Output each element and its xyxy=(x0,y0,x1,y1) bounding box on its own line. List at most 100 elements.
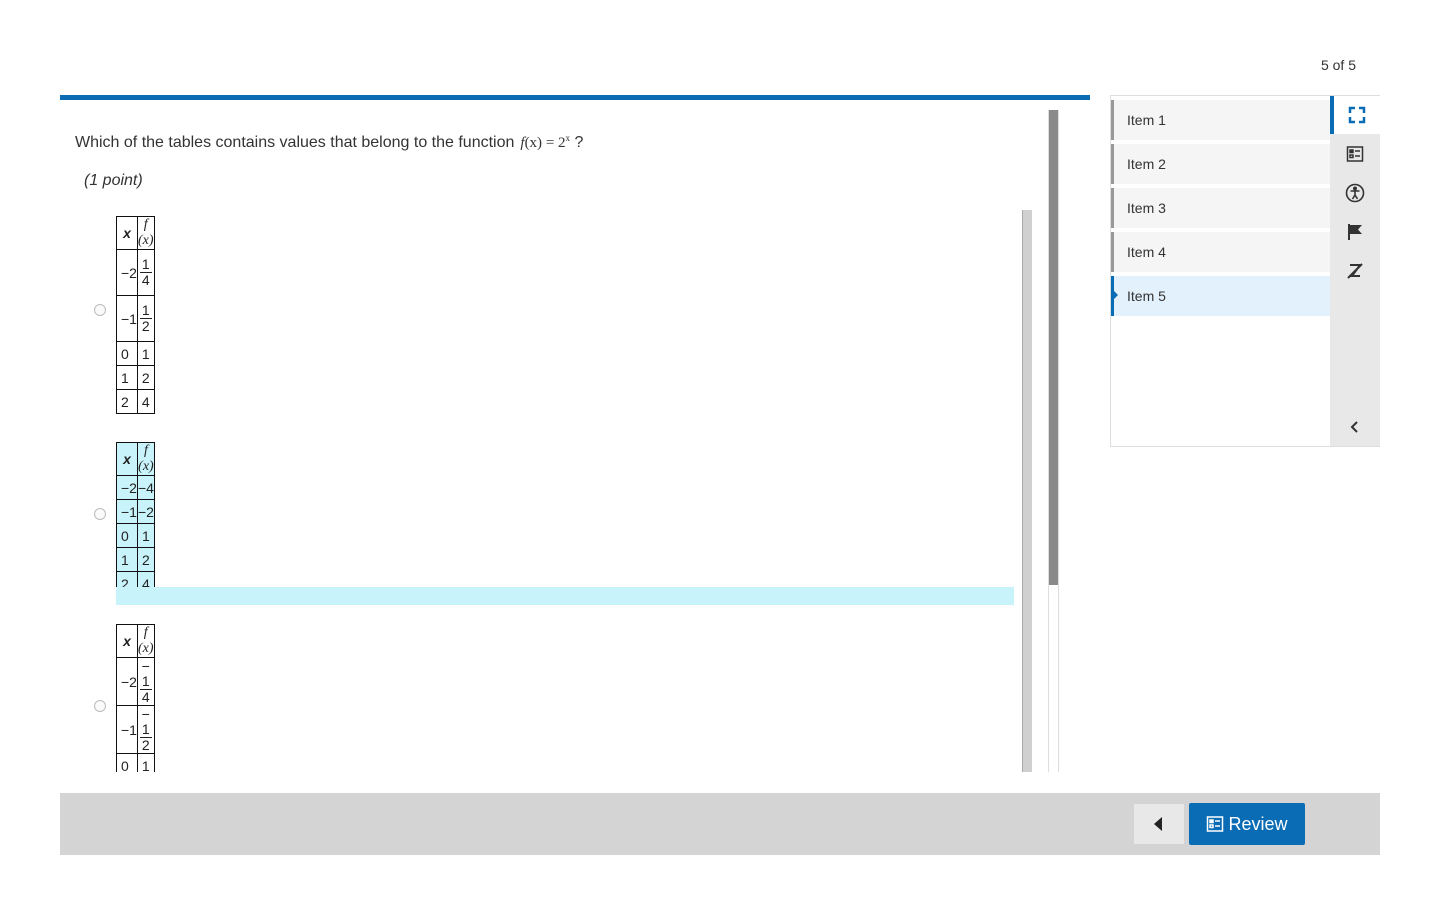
function-table: xf (x) −2−1 4 −1−1 2 0 1 xyxy=(116,624,155,772)
review-list-icon xyxy=(1207,816,1224,832)
radio-button[interactable] xyxy=(94,508,106,520)
function-formula: f(x) = 2x xyxy=(520,133,571,151)
header-x: x xyxy=(116,624,138,658)
table-header-row: xf (x) xyxy=(116,624,155,658)
table-row: −1−1 2 xyxy=(116,705,155,754)
fraction: 12 xyxy=(139,302,152,334)
table-row: −2−1 4 xyxy=(116,657,155,706)
table-row: 01 xyxy=(116,341,155,366)
cell-x: 0 xyxy=(116,523,138,548)
radio-button[interactable] xyxy=(94,304,106,316)
answer-eliminator-button[interactable] xyxy=(1330,252,1380,290)
cell-fx: 2 xyxy=(136,365,155,390)
denominator: 2 xyxy=(141,318,150,334)
table-row: −2 −4 xyxy=(116,475,155,500)
function-table: xf (x) −2 1 4 −1 1 2 0 1 1 2 2 4 xyxy=(116,216,155,414)
table-row: 01 xyxy=(116,753,155,772)
cell-fx: 1 xyxy=(136,523,155,548)
fraction: 14 xyxy=(139,256,152,288)
numerator: 1 xyxy=(139,256,152,273)
fullscreen-icon xyxy=(1348,106,1366,124)
denominator: 4 xyxy=(141,689,150,705)
accessibility-button[interactable] xyxy=(1330,174,1380,212)
cell-fx: 1 xyxy=(136,341,155,366)
back-button[interactable] xyxy=(1134,804,1184,844)
cell-fx: −1 2 xyxy=(136,705,155,754)
item-navigator: Item 1 Item 2 Item 3 Item 4 Item 5 xyxy=(1110,95,1380,447)
fraction-sign: − xyxy=(141,658,150,674)
header-fx: f (x) xyxy=(136,624,155,658)
cell-x: 1 xyxy=(116,365,138,390)
function-table: xf (x) −2 −4 −1 −2 0 1 1 2 2 4 xyxy=(116,442,155,596)
tool-strip xyxy=(1330,96,1380,446)
selection-highlight xyxy=(116,587,1014,605)
collapse-panel-button[interactable] xyxy=(1330,408,1380,446)
denominator: 4 xyxy=(141,272,150,288)
cell-fx: 1 xyxy=(136,753,155,772)
table-row: −2 1 4 xyxy=(116,249,155,296)
review-button[interactable]: Review xyxy=(1189,803,1305,845)
question-mark: ? xyxy=(570,134,584,151)
table-header-row: xf (x) xyxy=(116,216,155,250)
cell-fx: −2 xyxy=(136,499,155,524)
chevron-left-icon xyxy=(1350,421,1358,433)
header-fx: f (x) xyxy=(136,442,155,476)
eliminator-icon xyxy=(1347,263,1363,279)
cell-x: 2 xyxy=(116,389,138,414)
cell-fx: 2 xyxy=(136,547,155,572)
review-label: Review xyxy=(1228,813,1288,834)
inner-scrollbar[interactable] xyxy=(1022,210,1032,772)
cell-x: 0 xyxy=(116,753,138,772)
flag-icon xyxy=(1348,224,1362,240)
numerator: 1 xyxy=(139,721,152,738)
question-text: Which of the tables contains values that… xyxy=(75,133,583,152)
fraction: 14 xyxy=(139,673,152,705)
outer-scrollbar[interactable] xyxy=(1048,110,1059,772)
fraction: 12 xyxy=(139,721,152,753)
header-x: x xyxy=(116,216,138,250)
table-row: −1 −2 xyxy=(116,499,155,524)
header-x: x xyxy=(116,442,138,476)
nav-item-1[interactable]: Item 1 xyxy=(1111,100,1330,140)
answer-options: xf (x) −2 1 4 −1 1 2 0 1 1 2 2 4 x f (x) −2 −4 −1 −2 0 1 1 2 2 4… xyxy=(80,205,1020,772)
cell-x: −1 xyxy=(116,705,138,754)
cell-fx: 14 xyxy=(136,249,155,296)
cell-x: 0 xyxy=(116,341,138,366)
fullscreen-button[interactable] xyxy=(1330,96,1380,134)
cell-x: −1 xyxy=(116,295,138,342)
progress-bar xyxy=(60,95,1090,100)
numerator: 1 xyxy=(139,302,152,319)
table-row: 01 xyxy=(116,523,155,548)
cell-fx: −4 xyxy=(136,475,155,500)
caret-left-icon xyxy=(1154,817,1162,831)
points-label: (1 point) xyxy=(84,172,143,189)
question-prompt: Which of the tables contains values that… xyxy=(75,134,515,151)
flag-button[interactable] xyxy=(1330,213,1380,251)
review-list-button[interactable] xyxy=(1330,135,1380,173)
radio-button[interactable] xyxy=(94,700,106,712)
nav-item-5[interactable]: Item 5 xyxy=(1111,276,1330,316)
cell-fx: −1 4 xyxy=(136,657,155,706)
cell-x: 1 xyxy=(116,547,138,572)
review-list-icon xyxy=(1346,146,1364,162)
numerator: 1 xyxy=(139,673,152,690)
table-row: −1 1 2 xyxy=(116,295,155,342)
table-row: 24 xyxy=(116,389,155,414)
table-row: 12 xyxy=(116,365,155,390)
fraction-sign: − xyxy=(141,706,150,722)
nav-item-4[interactable]: Item 4 xyxy=(1111,232,1330,272)
nav-item-3[interactable]: Item 3 xyxy=(1111,188,1330,228)
header-fx: f (x) xyxy=(136,216,155,250)
cell-x: −2 xyxy=(116,657,138,706)
cell-x: −2 xyxy=(116,475,138,500)
item-counter: 5 of 5 xyxy=(1320,57,1356,73)
table-header-row: xf (x) xyxy=(116,442,155,476)
cell-fx: 12 xyxy=(136,295,155,342)
cell-x: −1 xyxy=(116,499,138,524)
cell-fx: 4 xyxy=(136,389,155,414)
cell-x: −2 xyxy=(116,249,138,296)
footer-bar: Review xyxy=(60,793,1380,855)
scrollbar-thumb[interactable] xyxy=(1049,110,1058,585)
nav-item-2[interactable]: Item 2 xyxy=(1111,144,1330,184)
accessibility-icon xyxy=(1345,183,1365,203)
